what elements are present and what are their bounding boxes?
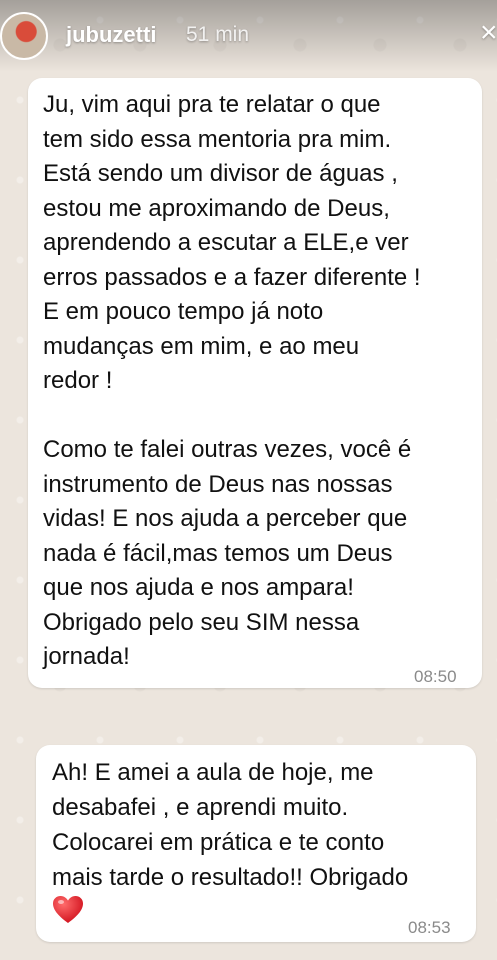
- message-text: Ah! E amei a aula de hoje, me desabafei …: [52, 759, 409, 891]
- message-bubble: Ah! E amei a aula de hoje, me desabafei …: [36, 745, 476, 942]
- message-text: Ju, vim aqui pra te relatar o que tem si…: [43, 91, 421, 670]
- heart-icon: [53, 896, 83, 923]
- story-time-ago: 51 min: [186, 23, 250, 46]
- message-time: 08:50: [414, 667, 457, 686]
- message-time: 08:53: [408, 918, 451, 937]
- avatar[interactable]: [0, 12, 48, 60]
- story-username[interactable]: jubuzetti: [66, 22, 156, 48]
- story-header: jubuzetti 51 min ×: [0, 0, 497, 72]
- close-icon[interactable]: ×: [480, 18, 497, 48]
- message-bubble: Ju, vim aqui pra te relatar o que tem si…: [28, 78, 482, 688]
